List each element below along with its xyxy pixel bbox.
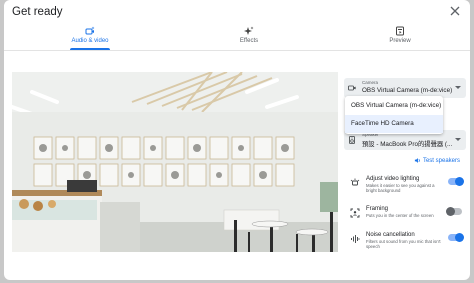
tab-effects[interactable]: Effects bbox=[189, 24, 309, 50]
tab-bar: Audio & video Effects Preview bbox=[4, 24, 470, 50]
camera-select[interactable]: Camera OBS Virtual Camera (m-de:vice) bbox=[344, 78, 466, 98]
setting-description: Puts you in the center of the screen bbox=[366, 213, 434, 218]
framing-icon bbox=[350, 208, 360, 218]
tab-divider bbox=[4, 50, 470, 51]
tab-preview[interactable]: Preview bbox=[340, 24, 460, 50]
tab-preview-label: Preview bbox=[389, 38, 411, 44]
setting-name: Noise cancellation bbox=[366, 232, 415, 238]
camera-option-obs[interactable]: OBS Virtual Camera (m-de:vice) bbox=[345, 97, 443, 115]
chevron-down-icon bbox=[455, 86, 461, 89]
framing-toggle[interactable] bbox=[446, 207, 462, 216]
close-icon[interactable] bbox=[448, 4, 462, 18]
speaker-icon bbox=[349, 136, 355, 144]
camera-option-facetime[interactable]: FaceTime HD Camera bbox=[345, 115, 443, 133]
camera-select-label: Camera bbox=[362, 80, 379, 85]
lighting-icon bbox=[350, 178, 360, 186]
setting-framing: Framing Puts you in the center of the sc… bbox=[350, 206, 466, 230]
adjust-lighting-toggle[interactable] bbox=[448, 177, 464, 186]
setting-description: Filters out sound from you mic that isn'… bbox=[366, 239, 441, 250]
camera-select-value: OBS Virtual Camera (m-de:vice) bbox=[362, 87, 453, 94]
sparkle-icon bbox=[244, 26, 254, 35]
preview-icon bbox=[396, 26, 404, 36]
setting-name: Adjust video lighting bbox=[366, 176, 420, 182]
chevron-down-icon bbox=[455, 138, 461, 141]
noise-cancellation-toggle[interactable] bbox=[448, 233, 464, 242]
tab-effects-label: Effects bbox=[239, 38, 259, 44]
tab-audio-video[interactable]: Audio & video bbox=[30, 24, 150, 50]
get-ready-dialog: Get ready Audio & video Effects Preview … bbox=[4, 0, 470, 280]
dialog-title: Get ready bbox=[12, 6, 63, 18]
tab-audio-video-label: Audio & video bbox=[71, 38, 109, 44]
camera-icon bbox=[348, 85, 356, 91]
cafe-scene-image bbox=[12, 72, 338, 252]
test-speakers-link[interactable]: Test speakers bbox=[414, 157, 460, 164]
setting-adjust-lighting: Adjust video lighting Makes it easier to… bbox=[350, 176, 466, 200]
setting-noise-cancellation: Noise cancellation Filters out sound fro… bbox=[350, 232, 466, 256]
setting-description: Makes it easier to see you against a bri… bbox=[366, 183, 435, 194]
noise-icon bbox=[351, 235, 360, 243]
camera-options-menu: OBS Virtual Camera (m-de:vice) FaceTime … bbox=[345, 96, 443, 134]
test-speakers-label: Test speakers bbox=[422, 158, 460, 165]
camera-sparkle-icon bbox=[85, 26, 95, 35]
speaker-select-value: 預設 - MacBook Pro的揚聲器 (... bbox=[362, 141, 453, 148]
setting-name: Framing bbox=[366, 206, 389, 212]
camera-preview bbox=[12, 72, 338, 252]
speaker-wave-icon bbox=[414, 158, 420, 163]
